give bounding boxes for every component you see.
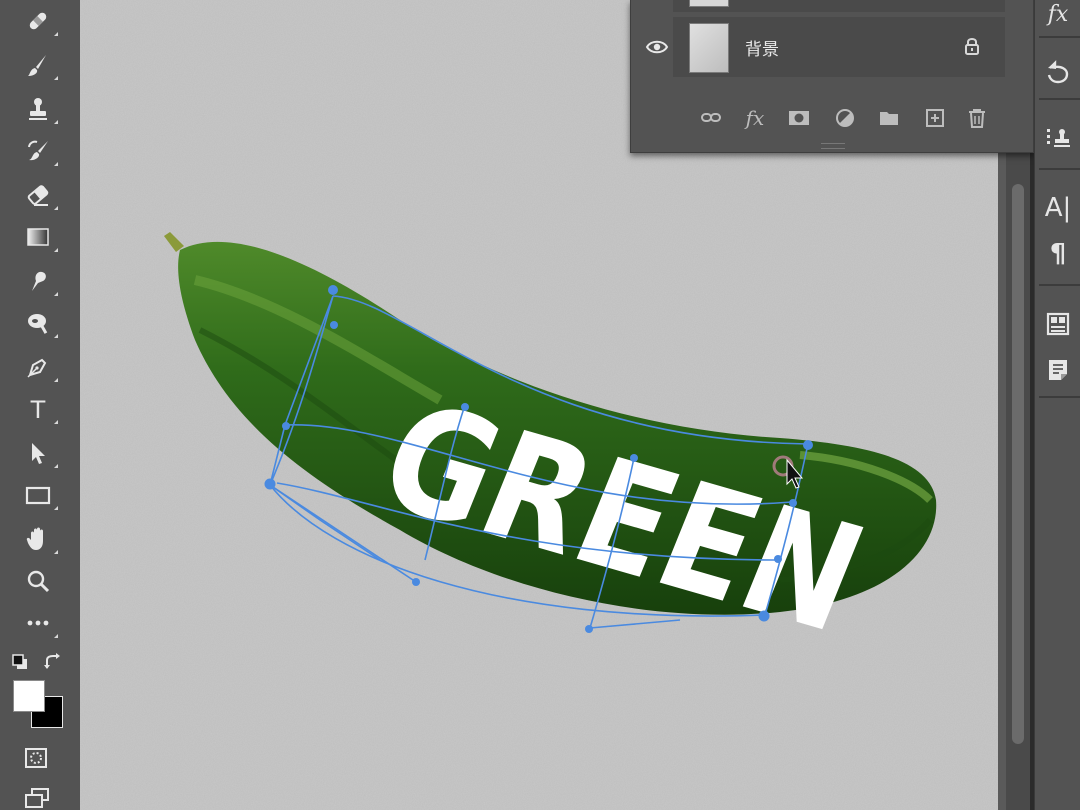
pen-icon bbox=[27, 358, 47, 378]
new-group-button[interactable] bbox=[875, 104, 903, 132]
clone-stamp-tool[interactable] bbox=[20, 92, 58, 126]
type-tool[interactable]: T bbox=[20, 392, 58, 426]
type-glyph: T bbox=[30, 396, 46, 423]
new-layer-icon bbox=[926, 109, 944, 127]
rectangle-icon bbox=[25, 486, 51, 505]
hand-tool[interactable] bbox=[20, 522, 58, 556]
dodge-icon bbox=[28, 314, 48, 334]
layer-mask-icon bbox=[789, 111, 809, 125]
notes-icon bbox=[1049, 360, 1067, 380]
paragraph-icon: ¶ bbox=[1049, 239, 1067, 269]
smudge-icon bbox=[32, 271, 46, 291]
eraser-icon bbox=[27, 185, 49, 206]
arrow-icon bbox=[32, 443, 45, 464]
brush-tool[interactable] bbox=[20, 48, 58, 82]
layers-panel: 背景 fx bbox=[630, 0, 1034, 153]
path-selection-tool[interactable] bbox=[20, 436, 58, 470]
link-layers-icon bbox=[701, 113, 721, 122]
group-folder-icon bbox=[880, 112, 898, 125]
brush-icon bbox=[28, 55, 46, 76]
character-panel-button[interactable]: A| bbox=[1035, 188, 1080, 228]
right-panel-dock: fx A| ¶ bbox=[1034, 0, 1080, 810]
smudge-tool[interactable] bbox=[20, 264, 58, 298]
layer-row-partial[interactable] bbox=[673, 0, 1005, 12]
panel-resize-grip[interactable] bbox=[821, 143, 845, 149]
default-colors-icon[interactable] bbox=[10, 652, 30, 672]
notes-panel-button[interactable] bbox=[1035, 350, 1080, 390]
add-mask-button[interactable] bbox=[785, 104, 813, 132]
zoom-tool[interactable] bbox=[20, 564, 56, 598]
quick-mask-icon[interactable] bbox=[22, 744, 50, 772]
delete-layer-button[interactable] bbox=[963, 104, 991, 132]
gradient-icon bbox=[27, 228, 49, 246]
history-icon bbox=[1047, 60, 1069, 84]
history-panel-button[interactable] bbox=[1035, 52, 1080, 92]
type-icon: T bbox=[30, 396, 46, 423]
adjustment-layer-button[interactable] bbox=[831, 104, 859, 132]
foreground-color-swatch[interactable] bbox=[13, 680, 45, 712]
spot-healing-brush-tool[interactable] bbox=[20, 4, 58, 38]
adjustment-layer-icon bbox=[836, 109, 854, 127]
history-brush-icon bbox=[28, 140, 48, 161]
add-layer-style-button[interactable]: fx bbox=[741, 104, 769, 132]
tools-panel: T bbox=[0, 0, 81, 810]
properties-panel-button[interactable] bbox=[1035, 304, 1080, 344]
link-layers-button[interactable] bbox=[697, 104, 725, 132]
rectangle-tool[interactable] bbox=[20, 478, 58, 512]
properties-icon bbox=[1046, 312, 1070, 336]
eye-icon[interactable] bbox=[645, 35, 669, 59]
bandage-icon bbox=[29, 12, 47, 30]
fx-panel-icon: fx bbox=[1047, 1, 1069, 27]
scrollbar-thumb[interactable] bbox=[1012, 184, 1024, 744]
gradient-tool[interactable] bbox=[20, 220, 58, 254]
history-brush-tool[interactable] bbox=[20, 134, 58, 168]
styles-panel-button[interactable]: fx bbox=[1035, 0, 1080, 34]
more-icon bbox=[27, 620, 49, 626]
edit-toolbar[interactable] bbox=[20, 606, 58, 640]
trash-icon bbox=[969, 109, 985, 128]
pen-tool[interactable] bbox=[20, 350, 58, 384]
eraser-tool[interactable] bbox=[20, 178, 58, 212]
fx-icon: fx bbox=[745, 106, 765, 130]
dodge-tool[interactable] bbox=[20, 306, 58, 340]
clone-source-panel-button[interactable] bbox=[1035, 118, 1080, 158]
switch-colors-icon[interactable] bbox=[42, 652, 64, 672]
screen-mode-icon[interactable] bbox=[22, 786, 52, 810]
hand-icon bbox=[26, 527, 43, 550]
clone-source-icon bbox=[1047, 129, 1070, 147]
lock-icon[interactable] bbox=[961, 35, 983, 57]
layer-name[interactable]: 背景 bbox=[745, 35, 779, 60]
new-layer-button[interactable] bbox=[921, 104, 949, 132]
character-icon: A| bbox=[1044, 193, 1072, 223]
stamp-icon bbox=[29, 98, 47, 120]
layers-panel-footer: fx bbox=[631, 98, 1031, 138]
paragraph-panel-button[interactable]: ¶ bbox=[1035, 234, 1080, 274]
layer-thumbnail[interactable] bbox=[689, 23, 729, 73]
layer-row-background[interactable]: 背景 bbox=[631, 17, 1031, 77]
zoom-icon bbox=[27, 570, 50, 593]
